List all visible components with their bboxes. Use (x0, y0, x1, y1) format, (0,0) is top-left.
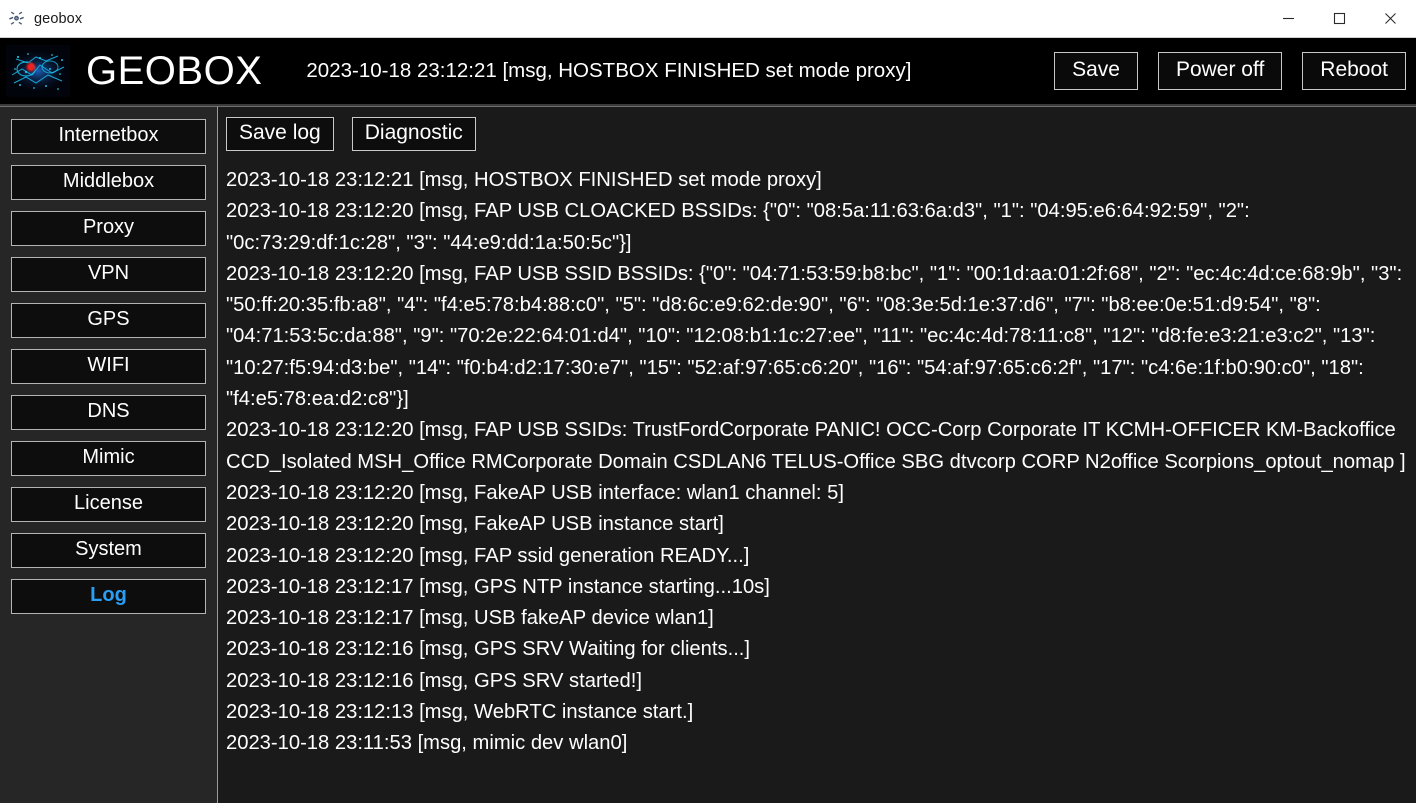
header-action-group: Save Power off Reboot (1054, 52, 1406, 90)
log-line: 2023-10-18 23:12:20 [msg, FAP USB CLOACK… (226, 200, 1250, 254)
sidebar-item-vpn[interactable]: VPN (11, 257, 206, 292)
minimize-icon[interactable] (1263, 0, 1314, 37)
save-button[interactable]: Save (1054, 52, 1138, 90)
power-off-button[interactable]: Power off (1157, 52, 1283, 90)
log-toolbar: Save log Diagnostic (226, 117, 1416, 151)
header-status-text: 2023-10-18 23:12:21 [msg, HOSTBOX FINISH… (306, 59, 912, 82)
log-line: 2023-10-18 23:12:20 [msg, FAP ssid gener… (226, 544, 750, 567)
titlebar-left-group: geobox (0, 10, 82, 27)
log-line: 2023-10-18 23:12:20 [msg, FakeAP USB int… (226, 481, 844, 504)
sidebar-item-mimic[interactable]: Mimic (11, 441, 206, 476)
sidebar-item-internetbox[interactable]: Internetbox (11, 119, 206, 154)
window-titlebar: geobox (0, 0, 1416, 38)
sidebar-item-proxy[interactable]: Proxy (11, 211, 206, 246)
sidebar-item-wifi[interactable]: WIFI (11, 349, 206, 384)
log-output[interactable]: 2023-10-18 23:12:21 [msg, HOSTBOX FINISH… (226, 165, 1416, 793)
log-line: 2023-10-18 23:12:21 [msg, HOSTBOX FINISH… (226, 168, 822, 191)
sidebar-item-gps[interactable]: GPS (11, 303, 206, 338)
log-line: 2023-10-18 23:12:20 [msg, FakeAP USB ins… (226, 513, 724, 536)
reboot-button[interactable]: Reboot (1302, 52, 1406, 90)
window-title: geobox (34, 10, 83, 27)
log-line: 2023-10-18 23:11:53 [msg, mimic dev wlan… (226, 732, 628, 755)
geobox-app-icon (8, 10, 25, 27)
sidebar-item-middlebox[interactable]: Middlebox (11, 165, 206, 200)
sidebar-item-license[interactable]: License (11, 487, 206, 522)
log-line: 2023-10-18 23:12:20 [msg, FAP USB SSIDs:… (226, 419, 1406, 473)
app-header: GEOBOX 2023-10-18 23:12:21 [msg, HOSTBOX… (0, 38, 1416, 106)
sidebar-item-dns[interactable]: DNS (11, 395, 206, 430)
log-line: 2023-10-18 23:12:20 [msg, FAP USB SSID B… (226, 262, 1403, 411)
save-log-button[interactable]: Save log (226, 117, 334, 151)
log-line: 2023-10-18 23:12:16 [msg, GPS SRV Waitin… (226, 638, 751, 661)
window-controls (1263, 0, 1416, 37)
brand-title: GEOBOX (86, 48, 263, 93)
body-split: Internetbox Middlebox Proxy VPN GPS WIFI… (0, 106, 1416, 803)
log-line: 2023-10-18 23:12:16 [msg, GPS SRV starte… (226, 669, 642, 692)
diagnostic-button[interactable]: Diagnostic (351, 117, 476, 151)
sidebar-item-system[interactable]: System (11, 533, 206, 568)
sidebar-item-log[interactable]: Log (11, 579, 206, 614)
log-line: 2023-10-18 23:12:13 [msg, WebRTC instanc… (226, 700, 694, 723)
geobox-logo (6, 45, 70, 97)
log-panel: Save log Diagnostic 2023-10-18 23:12:21 … (218, 106, 1416, 803)
sidebar-nav: Internetbox Middlebox Proxy VPN GPS WIFI… (0, 106, 218, 803)
maximize-icon[interactable] (1314, 0, 1365, 37)
close-icon[interactable] (1365, 0, 1416, 37)
log-line: 2023-10-18 23:12:17 [msg, GPS NTP instan… (226, 575, 770, 598)
log-line: 2023-10-18 23:12:17 [msg, USB fakeAP dev… (226, 607, 714, 630)
